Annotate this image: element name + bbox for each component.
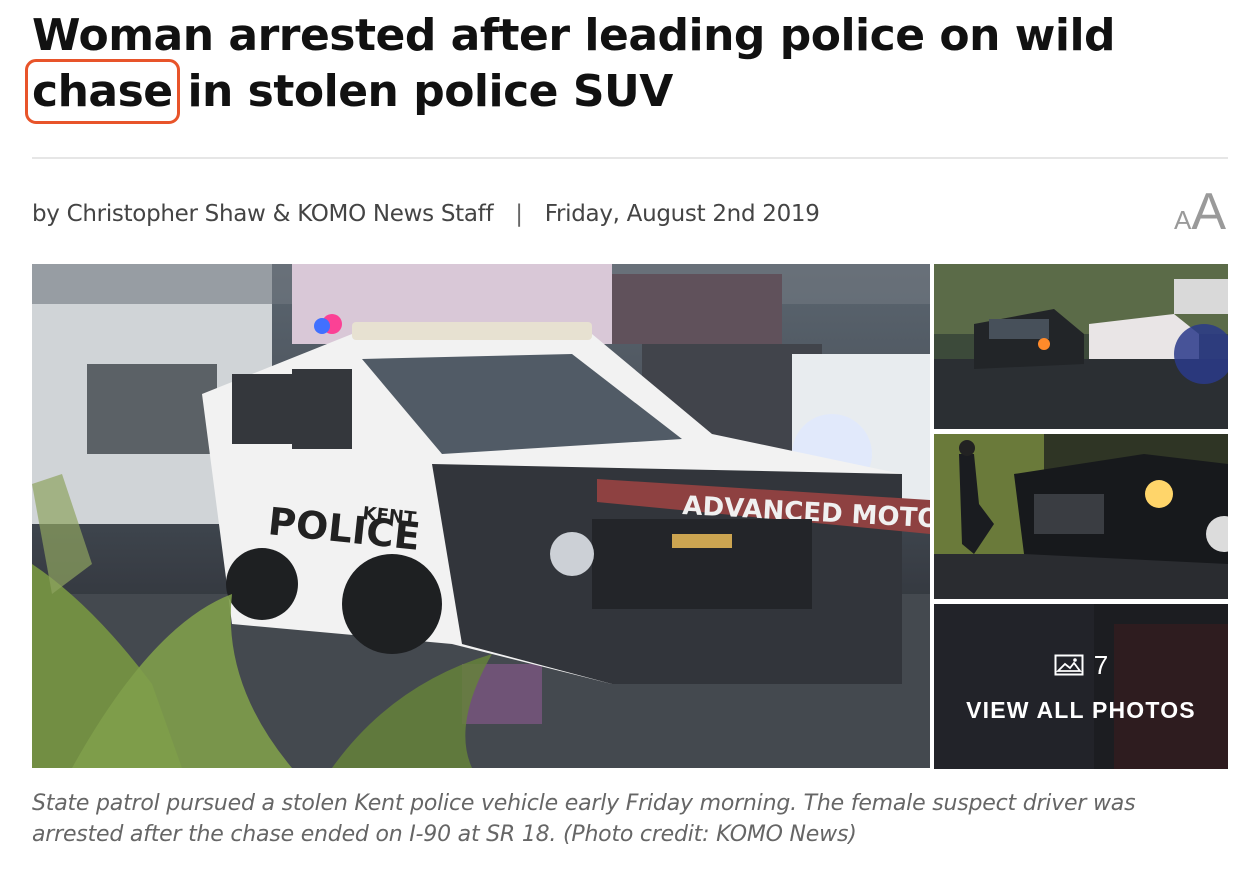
- headline-text-after: in stolen police SUV: [172, 66, 673, 117]
- police-vehicles-roadside-image: [934, 264, 1228, 429]
- byline-separator: |: [515, 201, 523, 227]
- view-all-photos-button[interactable]: VIEW ALL PHOTOS: [966, 697, 1196, 724]
- officer-investigating-image: [934, 434, 1228, 599]
- view-all-overlay[interactable]: 7 VIEW ALL PHOTOS: [934, 604, 1228, 769]
- font-size-toggle[interactable]: AA: [1174, 186, 1226, 238]
- font-size-small-icon[interactable]: A: [1174, 205, 1191, 235]
- gallery-thumbnail-1[interactable]: [934, 264, 1228, 429]
- main-photo[interactable]: ADVANCED MOTO POLICE KENT: [32, 264, 930, 768]
- font-size-large-icon[interactable]: A: [1191, 183, 1226, 241]
- publish-date: Friday, August 2nd 2019: [544, 201, 820, 227]
- gallery-thumbnail-2[interactable]: [934, 434, 1228, 599]
- view-all-photos-tile[interactable]: 7 VIEW ALL PHOTOS: [934, 604, 1228, 769]
- headline-text-before: Woman arrested after leading police on w…: [32, 10, 1116, 61]
- highlighted-word: chase: [25, 59, 180, 124]
- byline: by Christopher Shaw & KOMO News Staff | Fr…: [32, 201, 820, 227]
- image-gallery-icon: [1054, 654, 1084, 676]
- police-suv-crash-image: ADVANCED MOTO POLICE KENT: [32, 264, 930, 768]
- article-headline: Woman arrested after leading police on w…: [25, 8, 1232, 124]
- photo-count: 7: [1054, 650, 1108, 681]
- header-divider: [32, 157, 1228, 159]
- photo-count-number: 7: [1093, 649, 1109, 680]
- author-byline: by Christopher Shaw & KOMO News Staff: [32, 201, 494, 227]
- photo-caption: State patrol pursued a stolen Kent polic…: [32, 791, 1136, 847]
